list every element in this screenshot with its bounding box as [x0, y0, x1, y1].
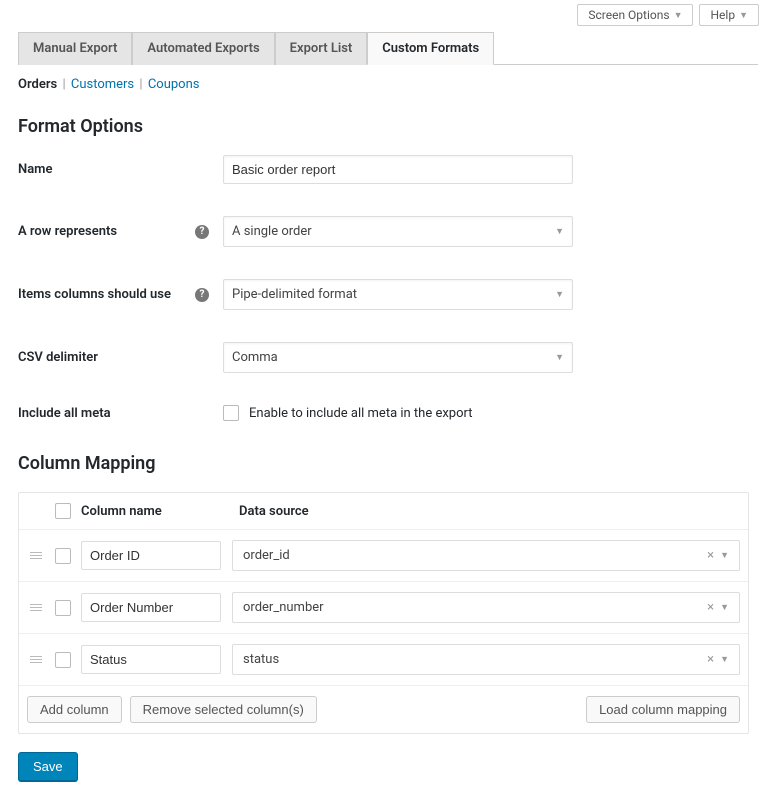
row-represents-value: A single order: [232, 224, 312, 239]
tab-export-list[interactable]: Export List: [275, 32, 368, 65]
data-source-value: order_number: [243, 600, 324, 615]
chevron-down-icon: ▼: [555, 352, 564, 363]
remove-selected-button[interactable]: Remove selected column(s): [130, 696, 317, 723]
drag-handle-icon[interactable]: [27, 551, 45, 560]
column-name-input[interactable]: [81, 541, 221, 570]
column-name-input[interactable]: [81, 593, 221, 622]
enable-meta-text: Enable to include all meta in the export: [249, 406, 473, 421]
column-name-input[interactable]: [81, 645, 221, 674]
table-row: status × ▼: [19, 633, 748, 685]
tab-automated-exports[interactable]: Automated Exports: [132, 32, 274, 65]
tab-custom-formats[interactable]: Custom Formats: [367, 32, 494, 65]
save-button[interactable]: Save: [18, 752, 78, 781]
subtab-coupons[interactable]: Coupons: [148, 77, 200, 92]
clear-icon[interactable]: ×: [707, 548, 714, 563]
row-checkbox[interactable]: [55, 652, 71, 668]
chevron-down-icon: ▼: [555, 226, 564, 237]
help-button[interactable]: Help ▼: [699, 4, 759, 26]
help-icon[interactable]: ?: [195, 225, 209, 239]
data-source-value: status: [243, 652, 279, 667]
csv-delimiter-select[interactable]: Comma ▼: [223, 342, 573, 373]
items-columns-label: Items columns should use ?: [18, 287, 223, 302]
data-source-value: order_id: [243, 548, 290, 563]
chevron-down-icon: ▼: [739, 10, 748, 21]
data-source-select[interactable]: status × ▼: [232, 644, 740, 675]
separator: |: [139, 77, 142, 92]
csv-delimiter-label: CSV delimiter: [18, 350, 223, 365]
help-label: Help: [710, 8, 735, 22]
include-all-meta-label: Include all meta: [18, 406, 223, 421]
data-source-select[interactable]: order_id × ▼: [232, 540, 740, 571]
chevron-down-icon: ▼: [674, 10, 683, 21]
tab-manual-export[interactable]: Manual Export: [18, 32, 132, 65]
separator: |: [62, 77, 65, 92]
screen-options-label: Screen Options: [588, 8, 669, 22]
select-all-checkbox[interactable]: [55, 503, 71, 519]
subtabs: Orders | Customers | Coupons: [0, 65, 767, 92]
subtab-customers[interactable]: Customers: [71, 77, 134, 92]
items-columns-select[interactable]: Pipe-delimited format ▼: [223, 279, 573, 310]
chevron-down-icon: ▼: [720, 602, 729, 613]
format-options-heading: Format Options: [18, 116, 749, 137]
name-label: Name: [18, 162, 223, 177]
name-input[interactable]: [223, 155, 573, 184]
clear-icon[interactable]: ×: [707, 652, 714, 667]
row-represents-label: A row represents ?: [18, 224, 223, 239]
items-columns-value: Pipe-delimited format: [232, 287, 357, 302]
chevron-down-icon: ▼: [720, 654, 729, 665]
row-checkbox[interactable]: [55, 600, 71, 616]
column-mapping-table: Column name Data source order_id × ▼ orde…: [18, 492, 749, 734]
screen-options-button[interactable]: Screen Options ▼: [577, 4, 693, 26]
chevron-down-icon: ▼: [555, 289, 564, 300]
row-represents-select[interactable]: A single order ▼: [223, 216, 573, 247]
clear-icon[interactable]: ×: [707, 600, 714, 615]
column-name-header: Column name: [81, 504, 231, 519]
row-checkbox[interactable]: [55, 548, 71, 564]
load-column-mapping-button[interactable]: Load column mapping: [586, 696, 740, 723]
data-source-header: Data source: [239, 504, 309, 519]
chevron-down-icon: ▼: [720, 550, 729, 561]
subtab-orders[interactable]: Orders: [18, 77, 57, 92]
csv-delimiter-value: Comma: [232, 350, 278, 365]
table-row: order_id × ▼: [19, 529, 748, 581]
add-column-button[interactable]: Add column: [27, 696, 122, 723]
table-row: order_number × ▼: [19, 581, 748, 633]
main-tabs: Manual Export Automated Exports Export L…: [18, 32, 758, 65]
drag-handle-icon[interactable]: [27, 655, 45, 664]
drag-handle-icon[interactable]: [27, 603, 45, 612]
include-all-meta-checkbox[interactable]: [223, 405, 239, 421]
help-icon[interactable]: ?: [195, 288, 209, 302]
column-mapping-heading: Column Mapping: [18, 453, 749, 474]
data-source-select[interactable]: order_number × ▼: [232, 592, 740, 623]
